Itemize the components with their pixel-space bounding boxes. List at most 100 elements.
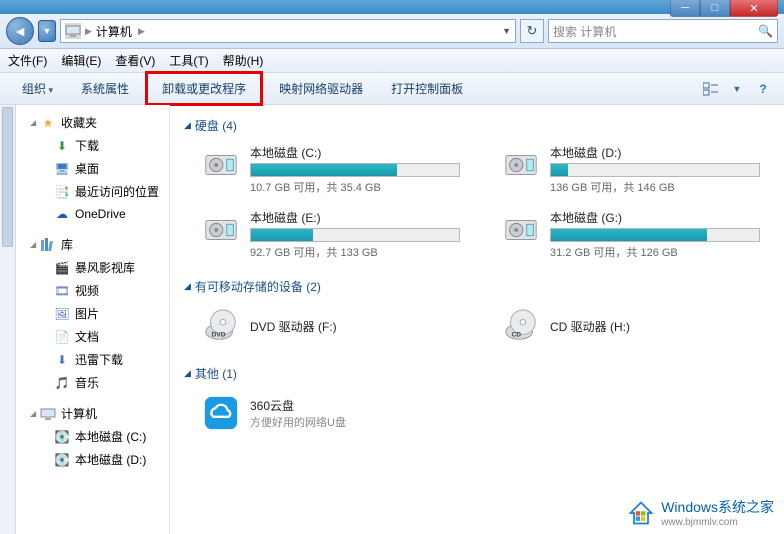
- sidebar-item[interactable]: ☁OneDrive: [16, 203, 169, 225]
- view-dropdown[interactable]: ▼: [726, 78, 748, 100]
- sidebar-item[interactable]: 📑最近访问的位置: [16, 180, 169, 203]
- uninstall-programs-button[interactable]: 卸载或更改程序: [145, 71, 263, 106]
- collapse-icon: ◢: [184, 120, 191, 131]
- drive-item[interactable]: 本地磁盘 (D:)136 GB 可用，共 146 GB: [500, 144, 760, 195]
- section-removable[interactable]: ◢ 有可移动存储的设备 (2): [184, 274, 770, 299]
- refresh-button[interactable]: ↻: [520, 19, 544, 43]
- sidebar-libraries[interactable]: ◢ 库: [16, 233, 169, 256]
- breadcrumb-sep[interactable]: ▶: [85, 26, 92, 37]
- menu-view[interactable]: 查看(V): [115, 52, 155, 69]
- sidebar-item-drive[interactable]: 💽本地磁盘 (C:): [16, 425, 169, 448]
- item-icon: 📄: [54, 329, 70, 345]
- collapse-icon: ◢: [30, 409, 40, 418]
- sidebar-computer[interactable]: ◢ 计算机: [16, 402, 169, 425]
- history-dropdown[interactable]: ▼: [38, 20, 56, 42]
- collapse-icon: ◢: [184, 281, 191, 292]
- menu-edit[interactable]: 编辑(E): [61, 52, 101, 69]
- sidebar-item-label: 暴风影视库: [75, 259, 135, 276]
- address-bar[interactable]: ▶ 计算机 ▶ ▼: [60, 19, 516, 43]
- removable-drive-item[interactable]: DVD DVD 驱动器 (F:): [200, 305, 460, 347]
- item-icon: 🎞: [54, 283, 70, 299]
- sidebar-item[interactable]: 🎞 视频: [16, 279, 169, 302]
- sidebar-item-label: 迅雷下载: [75, 351, 123, 368]
- sidebar-scrollbar[interactable]: [0, 105, 16, 534]
- usage-bar: [550, 163, 760, 177]
- sidebar-item-label: 桌面: [75, 160, 99, 177]
- sidebar-item[interactable]: 🖥 桌面: [16, 157, 169, 180]
- drive-name: DVD 驱动器 (F:): [250, 318, 337, 335]
- item-icon: 🎵: [54, 375, 70, 391]
- section-label: 有可移动存储的设备 (2): [195, 278, 321, 295]
- item-icon: ⬇: [54, 138, 70, 154]
- star-icon: ★: [40, 115, 56, 131]
- title-bar: ─ □ ✕: [0, 0, 784, 14]
- breadcrumb-sep[interactable]: ▶: [138, 26, 145, 37]
- back-button[interactable]: ◄: [6, 17, 34, 45]
- organize-button[interactable]: 组织: [10, 76, 65, 101]
- drive-item[interactable]: 本地磁盘 (C:)10.7 GB 可用，共 35.4 GB: [200, 144, 460, 195]
- usage-bar: [250, 163, 460, 177]
- help-button[interactable]: ?: [752, 78, 774, 100]
- hdd-icon: [200, 144, 242, 186]
- search-input[interactable]: 搜索 计算机 🔍: [548, 19, 778, 43]
- sidebar-item-label: 视频: [75, 282, 99, 299]
- disc-icon: DVD: [200, 305, 242, 347]
- sidebar-item[interactable]: 📄 文档: [16, 325, 169, 348]
- item-icon: 🖼: [54, 306, 70, 322]
- toolbar: 组织 系统属性 卸载或更改程序 映射网络驱动器 打开控制面板 ▼ ?: [0, 73, 784, 105]
- search-icon[interactable]: 🔍: [758, 24, 773, 38]
- menu-help[interactable]: 帮助(H): [223, 52, 264, 69]
- sidebar-item[interactable]: 🖼图片: [16, 302, 169, 325]
- map-network-drive-button[interactable]: 映射网络驱动器: [267, 76, 375, 101]
- sidebar-item[interactable]: 🎵音乐: [16, 371, 169, 394]
- sidebar-item[interactable]: ⬇下载: [16, 134, 169, 157]
- close-button[interactable]: ✕: [730, 0, 778, 17]
- maximize-button[interactable]: □: [700, 0, 730, 17]
- system-properties-button[interactable]: 系统属性: [69, 76, 141, 101]
- library-icon: [40, 237, 56, 253]
- section-other[interactable]: ◢ 其他 (1): [184, 361, 770, 386]
- sidebar-item[interactable]: ⬇ 迅雷下载: [16, 348, 169, 371]
- sidebar-label: 计算机: [61, 405, 97, 422]
- item-icon: ⬇: [54, 352, 70, 368]
- breadcrumb[interactable]: 计算机: [96, 23, 132, 40]
- view-options-button[interactable]: [700, 78, 722, 100]
- hdd-icon: [200, 209, 242, 251]
- menu-file[interactable]: 文件(F): [8, 52, 47, 69]
- minimize-button[interactable]: ─: [670, 0, 700, 17]
- drive-status: 10.7 GB 可用，共 35.4 GB: [250, 179, 460, 195]
- nav-bar: ◄ ▼ ▶ 计算机 ▶ ▼ ↻ 搜索 计算机 🔍: [0, 14, 784, 49]
- collapse-icon: ◢: [30, 240, 40, 249]
- collapse-icon: ◢: [184, 368, 191, 379]
- drive-icon: 💽: [54, 429, 70, 445]
- removable-drive-item[interactable]: CDCD 驱动器 (H:): [500, 305, 760, 347]
- item-name: 360云盘: [250, 397, 346, 414]
- drive-icon: 💽: [54, 452, 70, 468]
- sidebar-favorites[interactable]: ◢ ★ 收藏夹: [16, 111, 169, 134]
- sidebar: ◢ ★ 收藏夹 ⬇下载 🖥 桌面 📑最近访问的位置☁OneDrive ◢ 库 🎬暴风影…: [16, 105, 170, 534]
- computer-icon: [40, 406, 56, 422]
- drive-item[interactable]: 本地磁盘 (E:)92.7 GB 可用，共 133 GB: [200, 209, 460, 260]
- sidebar-item-label: 本地磁盘 (D:): [75, 451, 146, 468]
- sidebar-item-drive[interactable]: 💽 本地磁盘 (D:): [16, 448, 169, 471]
- open-control-panel-button[interactable]: 打开控制面板: [379, 76, 475, 101]
- sidebar-item-label: 文档: [75, 328, 99, 345]
- usage-bar: [250, 228, 460, 242]
- collapse-icon: ◢: [30, 118, 40, 127]
- item-icon: 🖥: [54, 161, 70, 177]
- usage-bar: [550, 228, 760, 242]
- address-dropdown[interactable]: ▼: [502, 26, 511, 36]
- drive-item[interactable]: 本地磁盘 (G:)31.2 GB 可用，共 126 GB: [500, 209, 760, 260]
- sidebar-label: 库: [61, 236, 73, 253]
- drive-status: 92.7 GB 可用，共 133 GB: [250, 244, 460, 260]
- computer-icon: [65, 23, 81, 39]
- hdd-icon: [500, 144, 542, 186]
- drive-status: 31.2 GB 可用，共 126 GB: [550, 244, 760, 260]
- other-item[interactable]: 360云盘方便好用的网络U盘: [200, 392, 460, 434]
- section-hard-drives[interactable]: ◢ 硬盘 (4): [184, 113, 770, 138]
- cloud-icon: [200, 392, 242, 434]
- item-subtitle: 方便好用的网络U盘: [250, 414, 346, 430]
- menu-tools[interactable]: 工具(T): [169, 52, 208, 69]
- svg-text:CD: CD: [512, 331, 522, 338]
- sidebar-item[interactable]: 🎬暴风影视库: [16, 256, 169, 279]
